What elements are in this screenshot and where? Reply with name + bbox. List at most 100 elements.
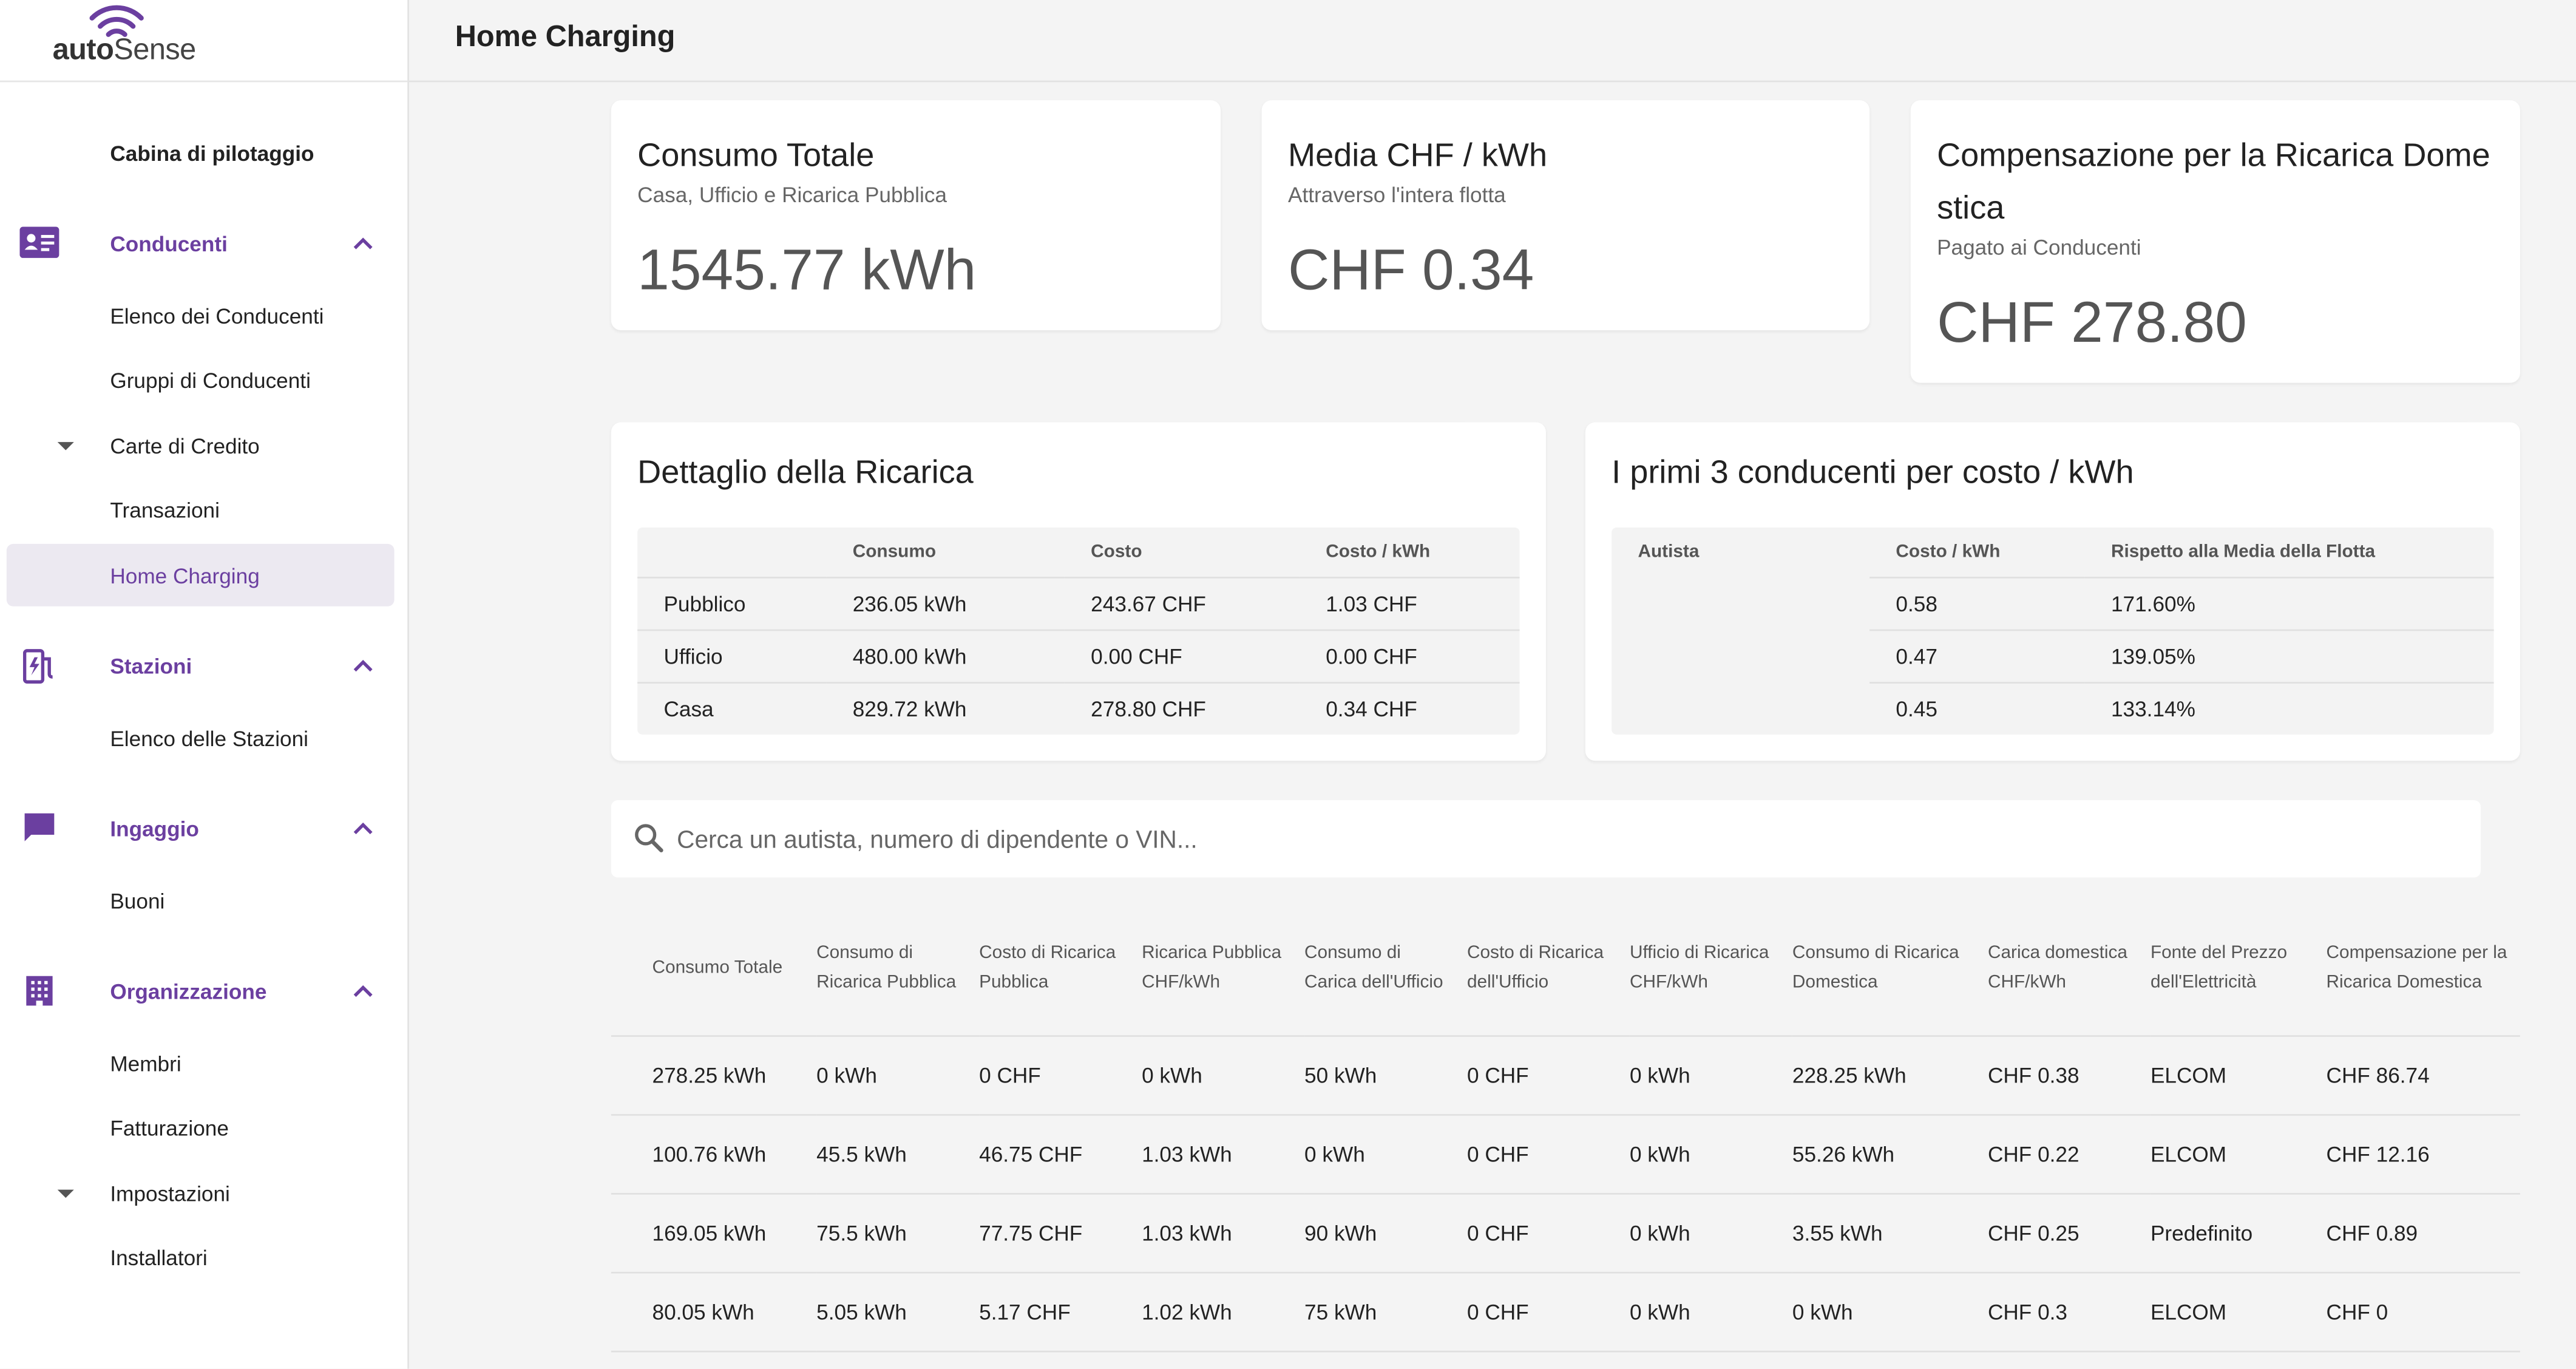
table-row[interactable]: 80.05 kWh 5.05 kWh 5.17 CHF 1.02 kWh 75 …	[611, 1272, 2520, 1353]
table-cell: 5.05 kWh	[816, 1272, 980, 1353]
sidebar-item-installatori[interactable]: Installatori	[7, 1226, 395, 1288]
table-cell: 0 kWh	[1629, 1194, 1792, 1274]
table-cell: CHF 0	[2326, 1272, 2520, 1353]
search-input[interactable]	[673, 800, 2455, 881]
sidebar-item-elenco-stazioni[interactable]: Elenco delle Stazioni	[7, 707, 395, 769]
table-cell: 0.34 CHF	[1299, 682, 1520, 735]
sidebar-item-home-charging[interactable]: Home Charging	[6, 543, 395, 606]
building-icon	[19, 971, 59, 1011]
table-row[interactable]: 0.58 171.60%	[1612, 577, 2494, 630]
table-cell: 0 kWh	[1142, 1036, 1305, 1116]
table-cell: 169.05 kWh	[611, 1194, 817, 1274]
column-header-office-cost[interactable]: Costo di Ricarica dell'Ufficio	[1466, 900, 1630, 1037]
table-row[interactable]: 169.05 kWh 75.5 kWh 77.75 CHF 1.03 kWh 9…	[611, 1194, 2520, 1274]
table-cell: 0 CHF	[1466, 1036, 1630, 1116]
sidebar-item-elenco-conducenti[interactable]: Elenco dei Conducenti	[7, 284, 395, 347]
table-cell: 480.00 kWh	[826, 629, 1065, 683]
table-row[interactable]: 0.47 139.05%	[1612, 629, 2494, 683]
kpi-value: CHF 278.80	[1937, 291, 2247, 355]
kpi-subtitle: Attraverso l'intera flotta	[1287, 182, 1506, 208]
kpi-subtitle: Casa, Ufficio e Ricarica Pubblica	[637, 182, 947, 208]
sidebar-item-carte-credito[interactable]: Carte di Credito	[7, 414, 395, 477]
kpi-card-total-consumption: Consumo Totale Casa, Ufficio e Ricarica …	[611, 100, 1221, 331]
table-cell: 50 kWh	[1304, 1036, 1467, 1116]
table-cell: 1.03 CHF	[1299, 577, 1520, 630]
top-bar: Home Charging	[408, 0, 2576, 83]
column-header-public-consumption[interactable]: Consumo di Ricarica Pubblica	[816, 900, 980, 1037]
sidebar-item-buoni[interactable]: Buoni	[7, 869, 395, 932]
table-row[interactable]: 100.76 kWh 45.5 kWh 46.75 CHF 1.03 kWh 0…	[611, 1115, 2520, 1195]
table-header-row: Autista Costo / kWh Rispetto alla Media …	[1612, 528, 2493, 578]
id-card-icon	[19, 223, 59, 263]
table-cell: CHF 12.16	[2326, 1115, 2520, 1195]
table-row[interactable]: 278.25 kWh 0 kWh 0 CHF 0 kWh 50 kWh 0 CH…	[611, 1036, 2520, 1116]
search-icon	[635, 824, 663, 852]
ev-station-icon	[19, 646, 59, 685]
sidebar-item-impostazioni[interactable]: Impostazioni	[7, 1162, 395, 1225]
table-cell: 0 kWh	[1304, 1115, 1467, 1195]
sidebar-section-organizzazione[interactable]: Organizzazione	[7, 960, 395, 1022]
driver-name-cell	[1612, 577, 1869, 630]
table-cell: 1.03 kWh	[1142, 1115, 1305, 1195]
table-cell: 278.80 CHF	[1064, 682, 1300, 735]
sidebar-item-cabina[interactable]: Cabina di pilotaggio	[7, 121, 395, 184]
table-cell: 5.17 CHF	[979, 1272, 1142, 1353]
sidebar-item-fatturazione[interactable]: Fatturazione	[7, 1096, 395, 1158]
caret-down-icon[interactable]	[56, 1183, 75, 1203]
column-header	[637, 528, 826, 578]
table-cell: 45.5 kWh	[816, 1115, 980, 1195]
table-cell: 55.26 kWh	[1792, 1115, 1988, 1195]
table-cell: CHF 0.25	[1987, 1194, 2151, 1274]
column-header-office-consumption[interactable]: Consumo di Carica dell'Ufficio	[1304, 900, 1467, 1037]
charging-detail-panel: Dettaglio della Ricarica Consumo Costo C…	[611, 422, 1546, 761]
chevron-up-icon[interactable]	[351, 979, 375, 1002]
brand-name: autoSense	[52, 33, 197, 66]
table-cell: 236.05 kWh	[826, 577, 1065, 630]
column-header-price-source[interactable]: Fonte del Prezzo dell'Elettricità	[2150, 900, 2327, 1037]
table-cell: 243.67 CHF	[1064, 577, 1300, 630]
sidebar-item-gruppi-conducenti[interactable]: Gruppi di Conducenti	[7, 348, 395, 411]
kpi-subtitle: Pagato ai Conducenti	[1937, 235, 2141, 260]
search-bar[interactable]	[611, 800, 2481, 881]
table-cell: 0.00 CHF	[1064, 629, 1300, 683]
table-cell: 100.76 kWh	[611, 1115, 817, 1195]
sidebar-section-ingaggio[interactable]: Ingaggio	[7, 797, 395, 860]
table-cell: CHF 0.22	[1987, 1115, 2151, 1195]
kpi-value: 1545.77 kWh	[637, 238, 977, 303]
panel-title: Dettaglio della Ricarica	[637, 455, 974, 492]
chevron-up-icon[interactable]	[351, 654, 375, 677]
sidebar-item-membri[interactable]: Membri	[7, 1032, 395, 1095]
sidebar-item-transazioni[interactable]: Transazioni	[7, 478, 395, 541]
column-header-home-price[interactable]: Carica domestica CHF/kWh	[1987, 900, 2151, 1037]
column-header-home-consumption[interactable]: Consumo di Ricarica Domestica	[1792, 900, 1988, 1037]
kpi-value: CHF 0.34	[1287, 238, 1534, 303]
column-header-total-consumption[interactable]: Consumo Totale	[611, 900, 817, 1037]
charging-detail-table: Consumo Costo Costo / kWh Pubblico 236.0…	[637, 527, 1520, 735]
column-header: Costo	[1091, 542, 1142, 562]
table-cell: 0.45	[1869, 682, 2085, 735]
column-header-home-compensation[interactable]: Compensazione per la Ricarica Domestica	[2326, 900, 2520, 1037]
caret-down-icon[interactable]	[56, 435, 75, 455]
top-drivers-table: Autista Costo / kWh Rispetto alla Media …	[1612, 527, 2494, 735]
brand-logo[interactable]: autoSense	[0, 0, 408, 83]
table-cell: 0 CHF	[1466, 1194, 1630, 1274]
column-header: Costo / kWh	[1326, 542, 1431, 562]
table-cell: 133.14%	[2084, 682, 2494, 735]
kpi-card-home-compensation: Compensazione per la Ricarica Domestica …	[1910, 100, 2520, 383]
table-cell: 139.05%	[2084, 629, 2494, 683]
table-cell: 75.5 kWh	[816, 1194, 980, 1274]
table-row: Ufficio 480.00 kWh 0.00 CHF 0.00 CHF	[637, 629, 1520, 683]
column-header-public-price[interactable]: Ricarica Pubblica CHF/kWh	[1142, 900, 1305, 1037]
table-cell: Casa	[637, 682, 827, 735]
table-cell: 0 kWh	[1629, 1036, 1792, 1116]
table-cell: 278.25 kWh	[611, 1036, 817, 1116]
table-cell: 77.75 CHF	[979, 1194, 1142, 1274]
table-row[interactable]: 0.45 133.14%	[1612, 682, 2494, 735]
column-header-office-price[interactable]: Ufficio di Ricarica CHF/kWh	[1629, 900, 1792, 1037]
sidebar-section-stazioni[interactable]: Stazioni	[7, 634, 395, 697]
chevron-up-icon[interactable]	[351, 817, 375, 840]
column-header-public-cost[interactable]: Costo di Ricarica Pubblica	[979, 900, 1142, 1037]
chevron-up-icon[interactable]	[351, 232, 375, 255]
sidebar-section-conducenti[interactable]: Conducenti	[7, 212, 395, 274]
table-header-row: Consumo Totale Consumo di Ricarica Pubbl…	[611, 900, 2520, 1037]
